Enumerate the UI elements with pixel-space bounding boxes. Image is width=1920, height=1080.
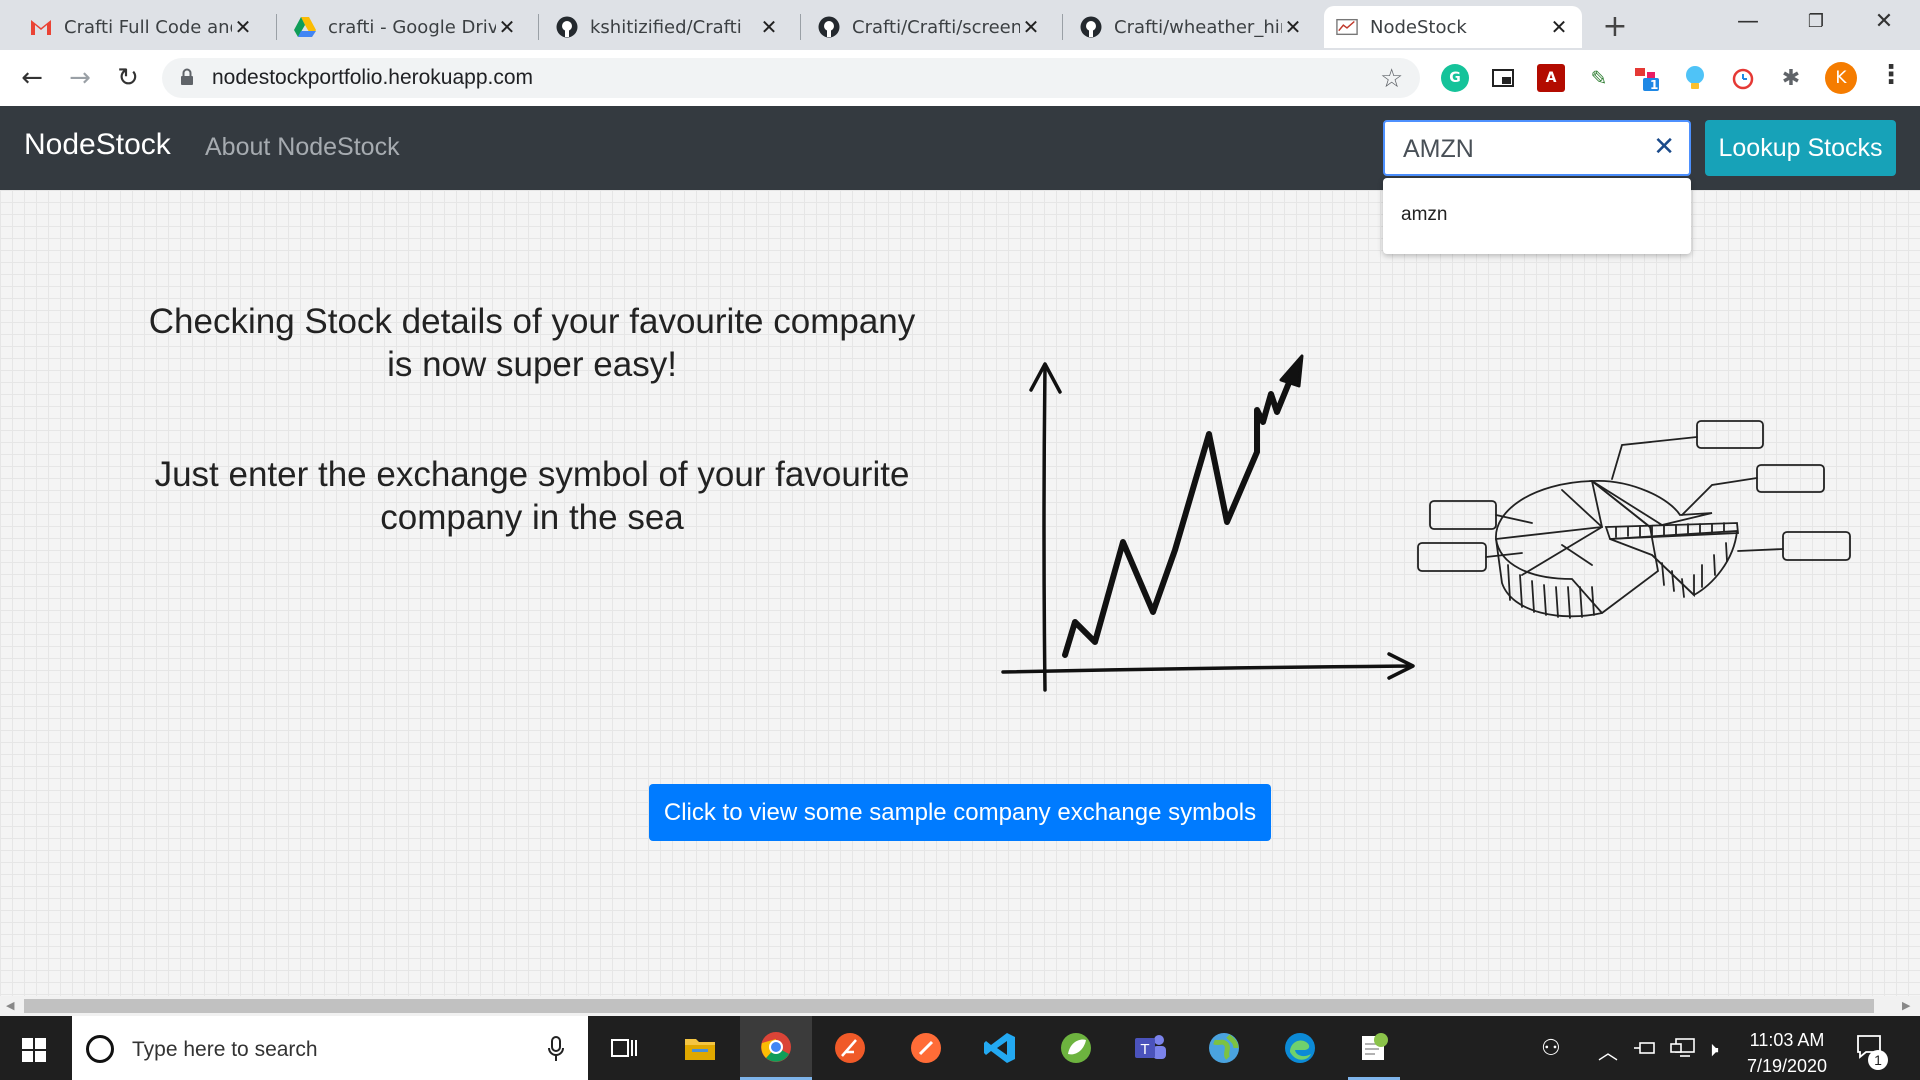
extensions-puzzle-icon[interactable]: ✱ bbox=[1777, 64, 1805, 92]
stock-search-box[interactable]: ✕ bbox=[1383, 120, 1691, 176]
tab-title: crafti - Google Drive bbox=[328, 16, 496, 38]
clock-time: 11:03 AM bbox=[1749, 1030, 1825, 1050]
picture-in-picture-icon[interactable] bbox=[1489, 64, 1517, 92]
sketch-line-chart-illustration bbox=[1001, 354, 1415, 692]
autocomplete-suggestion[interactable]: amzn bbox=[1401, 204, 1447, 226]
extension-badge-icon[interactable]: 1 bbox=[1633, 64, 1661, 92]
url-text[interactable]: nodestockportfolio.herokuapp.com bbox=[212, 66, 533, 90]
autocomplete-dropdown: amzn bbox=[1383, 178, 1691, 254]
tab-google-drive[interactable]: crafti - Google Drive ✕ bbox=[282, 6, 530, 48]
file-explorer-icon[interactable] bbox=[674, 1024, 726, 1072]
notepad-plus-icon[interactable] bbox=[1348, 1016, 1400, 1080]
github-icon bbox=[818, 16, 840, 38]
chrome-taskbar-icon[interactable] bbox=[740, 1016, 812, 1080]
power-plug-icon[interactable] bbox=[1634, 1040, 1658, 1060]
task-view-icon[interactable] bbox=[598, 1024, 650, 1072]
feather-app-icon[interactable] bbox=[824, 1024, 876, 1072]
restore-icon[interactable]: ❐ bbox=[1786, 6, 1846, 38]
sketch-pie-chart-illustration bbox=[1417, 420, 1851, 619]
close-window-icon[interactable]: ✕ bbox=[1854, 6, 1914, 38]
tab-github-weather[interactable]: Crafti/wheather_hind ✕ bbox=[1068, 6, 1316, 48]
google-drive-icon bbox=[294, 16, 316, 38]
postman-icon[interactable] bbox=[900, 1024, 952, 1072]
tab-title: kshitizified/Crafti bbox=[590, 16, 742, 38]
hero-line: is now super easy! bbox=[387, 345, 677, 384]
tab-title: Crafti/Crafti/screensh bbox=[852, 16, 1020, 38]
close-tab-icon[interactable]: ✕ bbox=[496, 15, 518, 39]
tab-separator bbox=[538, 14, 539, 40]
tab-github-screenshots[interactable]: Crafti/Crafti/screensh ✕ bbox=[806, 6, 1054, 48]
people-icon[interactable]: ⚇ bbox=[1541, 1036, 1561, 1061]
nodestock-favicon bbox=[1336, 16, 1358, 38]
microsoft-teams-icon[interactable]: T bbox=[1124, 1024, 1176, 1072]
windows-start-icon[interactable] bbox=[22, 1038, 46, 1066]
navbar-brand[interactable]: NodeStock bbox=[24, 128, 171, 162]
microphone-icon[interactable] bbox=[548, 1036, 564, 1066]
close-tab-icon[interactable]: ✕ bbox=[1020, 15, 1042, 39]
clock-date: 7/19/2020 bbox=[1746, 1056, 1828, 1076]
edge-browser-icon[interactable] bbox=[1274, 1024, 1326, 1072]
lock-icon[interactable] bbox=[180, 68, 194, 90]
hero-heading-1: Checking Stock details of your favourite… bbox=[112, 300, 952, 386]
grammarly-icon[interactable]: G bbox=[1441, 64, 1469, 92]
globe-app-icon[interactable] bbox=[1198, 1024, 1250, 1072]
alarm-clock-icon[interactable] bbox=[1729, 64, 1757, 92]
extension-badge-count: 1 bbox=[1650, 78, 1659, 92]
hero-line: company in the sea bbox=[380, 498, 684, 537]
tab-gmail[interactable]: Crafti Full Code and S ✕ bbox=[18, 6, 266, 48]
minimize-icon[interactable]: — bbox=[1718, 6, 1778, 38]
hero-heading-2: Just enter the exchange symbol of your f… bbox=[112, 453, 952, 539]
github-icon bbox=[1080, 16, 1102, 38]
tab-title: NodeStock bbox=[1370, 16, 1467, 38]
eyedropper-icon[interactable]: ✎ bbox=[1585, 64, 1613, 92]
browser-menu-icon[interactable]: ⋮ bbox=[1878, 60, 1904, 90]
gmail-icon bbox=[30, 16, 52, 38]
spring-tool-icon[interactable] bbox=[1050, 1024, 1102, 1072]
profile-avatar[interactable]: K bbox=[1825, 62, 1857, 94]
hero-line: Just enter the exchange symbol of your f… bbox=[154, 455, 910, 494]
svg-text:T: T bbox=[1140, 1041, 1149, 1058]
hero-line: Checking Stock details of your favourite… bbox=[148, 302, 916, 341]
stock-symbol-input[interactable] bbox=[1401, 132, 1645, 166]
tab-title: Crafti Full Code and S bbox=[64, 16, 232, 38]
volume-muted-icon[interactable]: 🕨 bbox=[1706, 1037, 1719, 1061]
back-icon[interactable]: ← bbox=[12, 58, 52, 98]
lookup-stocks-button[interactable]: Lookup Stocks bbox=[1705, 120, 1896, 176]
clear-search-icon[interactable]: ✕ bbox=[1653, 132, 1675, 162]
tab-separator bbox=[276, 14, 277, 40]
tab-title: Crafti/wheather_hind bbox=[1114, 16, 1282, 38]
pdf-extension-icon[interactable]: A bbox=[1537, 64, 1565, 92]
vscode-icon[interactable] bbox=[974, 1024, 1026, 1072]
show-hidden-icons-chevron-icon[interactable]: ︿ bbox=[1598, 1036, 1618, 1065]
tab-separator bbox=[1062, 14, 1063, 40]
close-tab-icon[interactable]: ✕ bbox=[758, 15, 780, 39]
reload-icon[interactable]: ↻ bbox=[108, 58, 148, 98]
lightbulb-icon[interactable] bbox=[1681, 64, 1709, 92]
close-tab-icon[interactable]: ✕ bbox=[1548, 15, 1570, 39]
network-icon[interactable] bbox=[1670, 1038, 1696, 1062]
tab-separator bbox=[800, 14, 801, 40]
close-tab-icon[interactable]: ✕ bbox=[232, 15, 254, 39]
cortana-icon[interactable] bbox=[86, 1035, 114, 1063]
tab-nodestock[interactable]: NodeStock ✕ bbox=[1324, 6, 1582, 48]
new-tab-button[interactable]: + bbox=[1597, 10, 1633, 46]
github-icon bbox=[556, 16, 578, 38]
taskbar-search-placeholder[interactable]: Type here to search bbox=[132, 1038, 318, 1062]
notification-badge: 1 bbox=[1868, 1050, 1888, 1070]
tab-github-crafti[interactable]: kshitizified/Crafti ✕ bbox=[544, 6, 792, 48]
sample-symbols-button[interactable]: Click to view some sample company exchan… bbox=[649, 784, 1271, 841]
forward-icon[interactable]: → bbox=[60, 58, 100, 98]
scroll-left-icon[interactable]: ◀ bbox=[6, 999, 14, 1012]
bookmark-star-icon[interactable]: ☆ bbox=[1380, 64, 1403, 94]
taskbar-clock[interactable]: 11:03 AM 7/19/2020 bbox=[1742, 1027, 1832, 1079]
horizontal-scrollbar-thumb[interactable] bbox=[24, 999, 1874, 1013]
scroll-right-icon[interactable]: ▶ bbox=[1902, 999, 1910, 1012]
close-tab-icon[interactable]: ✕ bbox=[1282, 15, 1304, 39]
about-nodestock-link[interactable]: About NodeStock bbox=[205, 133, 400, 162]
